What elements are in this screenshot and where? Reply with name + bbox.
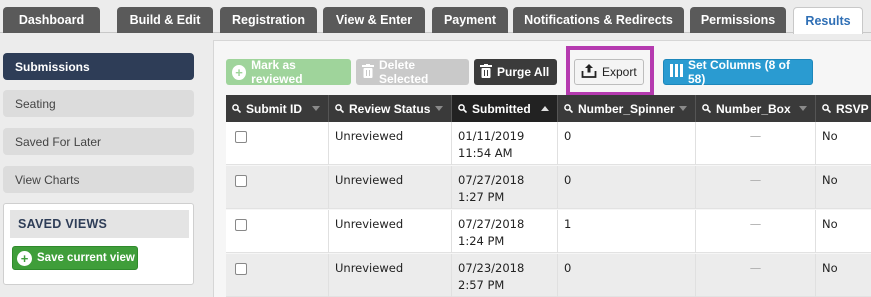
sidebar-item-view-charts[interactable]: View Charts [3, 166, 194, 193]
rsvp-cell: No [822, 261, 838, 275]
sort-caret-icon [435, 106, 443, 111]
submitted-cell: 07/27/2018 1:24 PM [452, 210, 558, 253]
number-box-cell: — [696, 122, 816, 165]
submitted-time: 1:27 PM [458, 190, 505, 204]
table-row: Unreviewed 07/27/2018 1:27 PM 0 — No [226, 166, 871, 209]
search-icon [702, 102, 712, 116]
rsvp-cell: No [822, 129, 838, 143]
top-tab-bar: Dashboard Build & Edit Registration View… [0, 0, 871, 34]
tab-results[interactable]: Results [793, 7, 863, 34]
purge-all-button[interactable]: Purge All [474, 59, 557, 85]
search-icon [335, 102, 345, 116]
number-spinner-cell: 0 [558, 122, 696, 165]
row-checkbox[interactable] [235, 131, 247, 143]
row-select-cell [226, 254, 329, 297]
tab-notifications-redirects[interactable]: Notifications & Redirects [513, 7, 684, 33]
row-checkbox[interactable] [235, 175, 247, 187]
number-box-cell: — [696, 166, 816, 209]
column-header-label: Number_Spinner [578, 101, 675, 116]
table-row: Unreviewed 01/11/2019 11:54 AM 0 — No [226, 122, 871, 165]
columns-icon [670, 64, 683, 80]
submitted-cell: 07/23/2018 2:57 PM [452, 254, 558, 297]
submitted-date: 01/11/2019 [458, 129, 525, 143]
search-icon [458, 102, 468, 116]
plus-circle-icon: + [232, 64, 247, 80]
submissions-table: Submit ID Review Status Submitted Number… [226, 95, 871, 297]
row-checkbox[interactable] [235, 263, 247, 275]
tab-permissions[interactable]: Permissions [690, 7, 786, 33]
column-header-label: Submit ID [246, 101, 302, 116]
number-box-cell: — [696, 210, 816, 253]
sidebar-item-submissions[interactable]: Submissions [3, 53, 194, 80]
table-row: Unreviewed 07/27/2018 1:24 PM 1 — No [226, 210, 871, 253]
review-status-cell: Unreviewed [329, 254, 452, 297]
upload-icon [581, 63, 597, 81]
tab-registration[interactable]: Registration [220, 7, 317, 33]
sort-ascending-icon [541, 106, 549, 111]
column-header-number-spinner[interactable]: Number_Spinner [558, 95, 696, 122]
save-current-view-button[interactable]: + Save current view [12, 246, 138, 270]
submitted-cell: 01/11/2019 11:54 AM [452, 122, 558, 165]
column-header-submit-id[interactable]: Submit ID [226, 95, 329, 122]
column-header-label: Review Status [349, 101, 431, 116]
saved-views-title: SAVED VIEWS [10, 210, 189, 238]
set-columns-label: Set Columns (8 of 58) [688, 58, 791, 86]
sort-caret-icon [799, 106, 807, 111]
export-label: Export [602, 65, 637, 79]
number-box-cell: — [696, 254, 816, 297]
plus-circle-icon: + [17, 250, 32, 266]
column-header-rsvp[interactable]: RSVP ( [816, 95, 871, 122]
column-header-label: Submitted [472, 101, 531, 116]
mark-as-reviewed-button[interactable]: + Mark as reviewed [226, 58, 351, 86]
search-icon [822, 102, 832, 116]
export-button[interactable]: Export [574, 59, 644, 85]
row-select-cell [226, 210, 329, 253]
tab-dashboard[interactable]: Dashboard [3, 7, 100, 33]
save-current-view-label: Save current view [37, 252, 135, 264]
row-select-cell [226, 122, 329, 165]
review-status-cell: Unreviewed [329, 122, 452, 165]
tab-view-enter[interactable]: View & Enter [323, 7, 425, 33]
number-spinner-cell: 0 [558, 254, 696, 297]
column-header-review-status[interactable]: Review Status [329, 95, 452, 122]
column-header-label: RSVP ( [836, 101, 871, 116]
review-status-cell: Unreviewed [329, 210, 452, 253]
saved-views-panel: SAVED VIEWS + Save current view [3, 203, 194, 285]
set-columns-button[interactable]: Set Columns (8 of 58) [663, 58, 813, 86]
submitted-date: 07/23/2018 [458, 261, 525, 275]
submitted-date: 07/27/2018 [458, 217, 525, 231]
trash-icon [362, 63, 374, 81]
delete-selected-label: Delete Selected [379, 58, 429, 86]
column-header-submitted[interactable]: Submitted [452, 95, 558, 122]
purge-all-label: Purge All [497, 65, 550, 79]
tab-build-edit[interactable]: Build & Edit [117, 7, 213, 33]
row-select-cell [226, 166, 329, 209]
mark-as-reviewed-label: Mark as reviewed [251, 58, 303, 86]
submitted-date: 07/27/2018 [458, 173, 525, 187]
sort-caret-icon [679, 106, 687, 111]
sidebar-item-seating[interactable]: Seating [3, 90, 194, 117]
number-spinner-cell: 0 [558, 166, 696, 209]
number-spinner-cell: 1 [558, 210, 696, 253]
sidebar-item-saved-for-later[interactable]: Saved For Later [3, 128, 194, 155]
submitted-time: 1:24 PM [458, 234, 505, 248]
submitted-time: 11:54 AM [458, 146, 513, 160]
tab-payment[interactable]: Payment [432, 7, 508, 33]
review-status-cell: Unreviewed [329, 166, 452, 209]
row-checkbox[interactable] [235, 219, 247, 231]
submitted-cell: 07/27/2018 1:27 PM [452, 166, 558, 209]
table-row: Unreviewed 07/23/2018 2:57 PM 0 — No [226, 254, 871, 297]
rsvp-cell: No [822, 173, 838, 187]
search-icon [564, 102, 574, 116]
column-header-number-box[interactable]: Number_Box [696, 95, 816, 122]
rsvp-cell: No [822, 217, 838, 231]
trash-icon [480, 63, 492, 81]
column-header-label: Number_Box [716, 101, 791, 116]
delete-selected-button[interactable]: Delete Selected [356, 58, 469, 86]
submitted-time: 2:57 PM [458, 278, 505, 292]
search-icon [232, 102, 242, 116]
sort-caret-icon [312, 106, 320, 111]
